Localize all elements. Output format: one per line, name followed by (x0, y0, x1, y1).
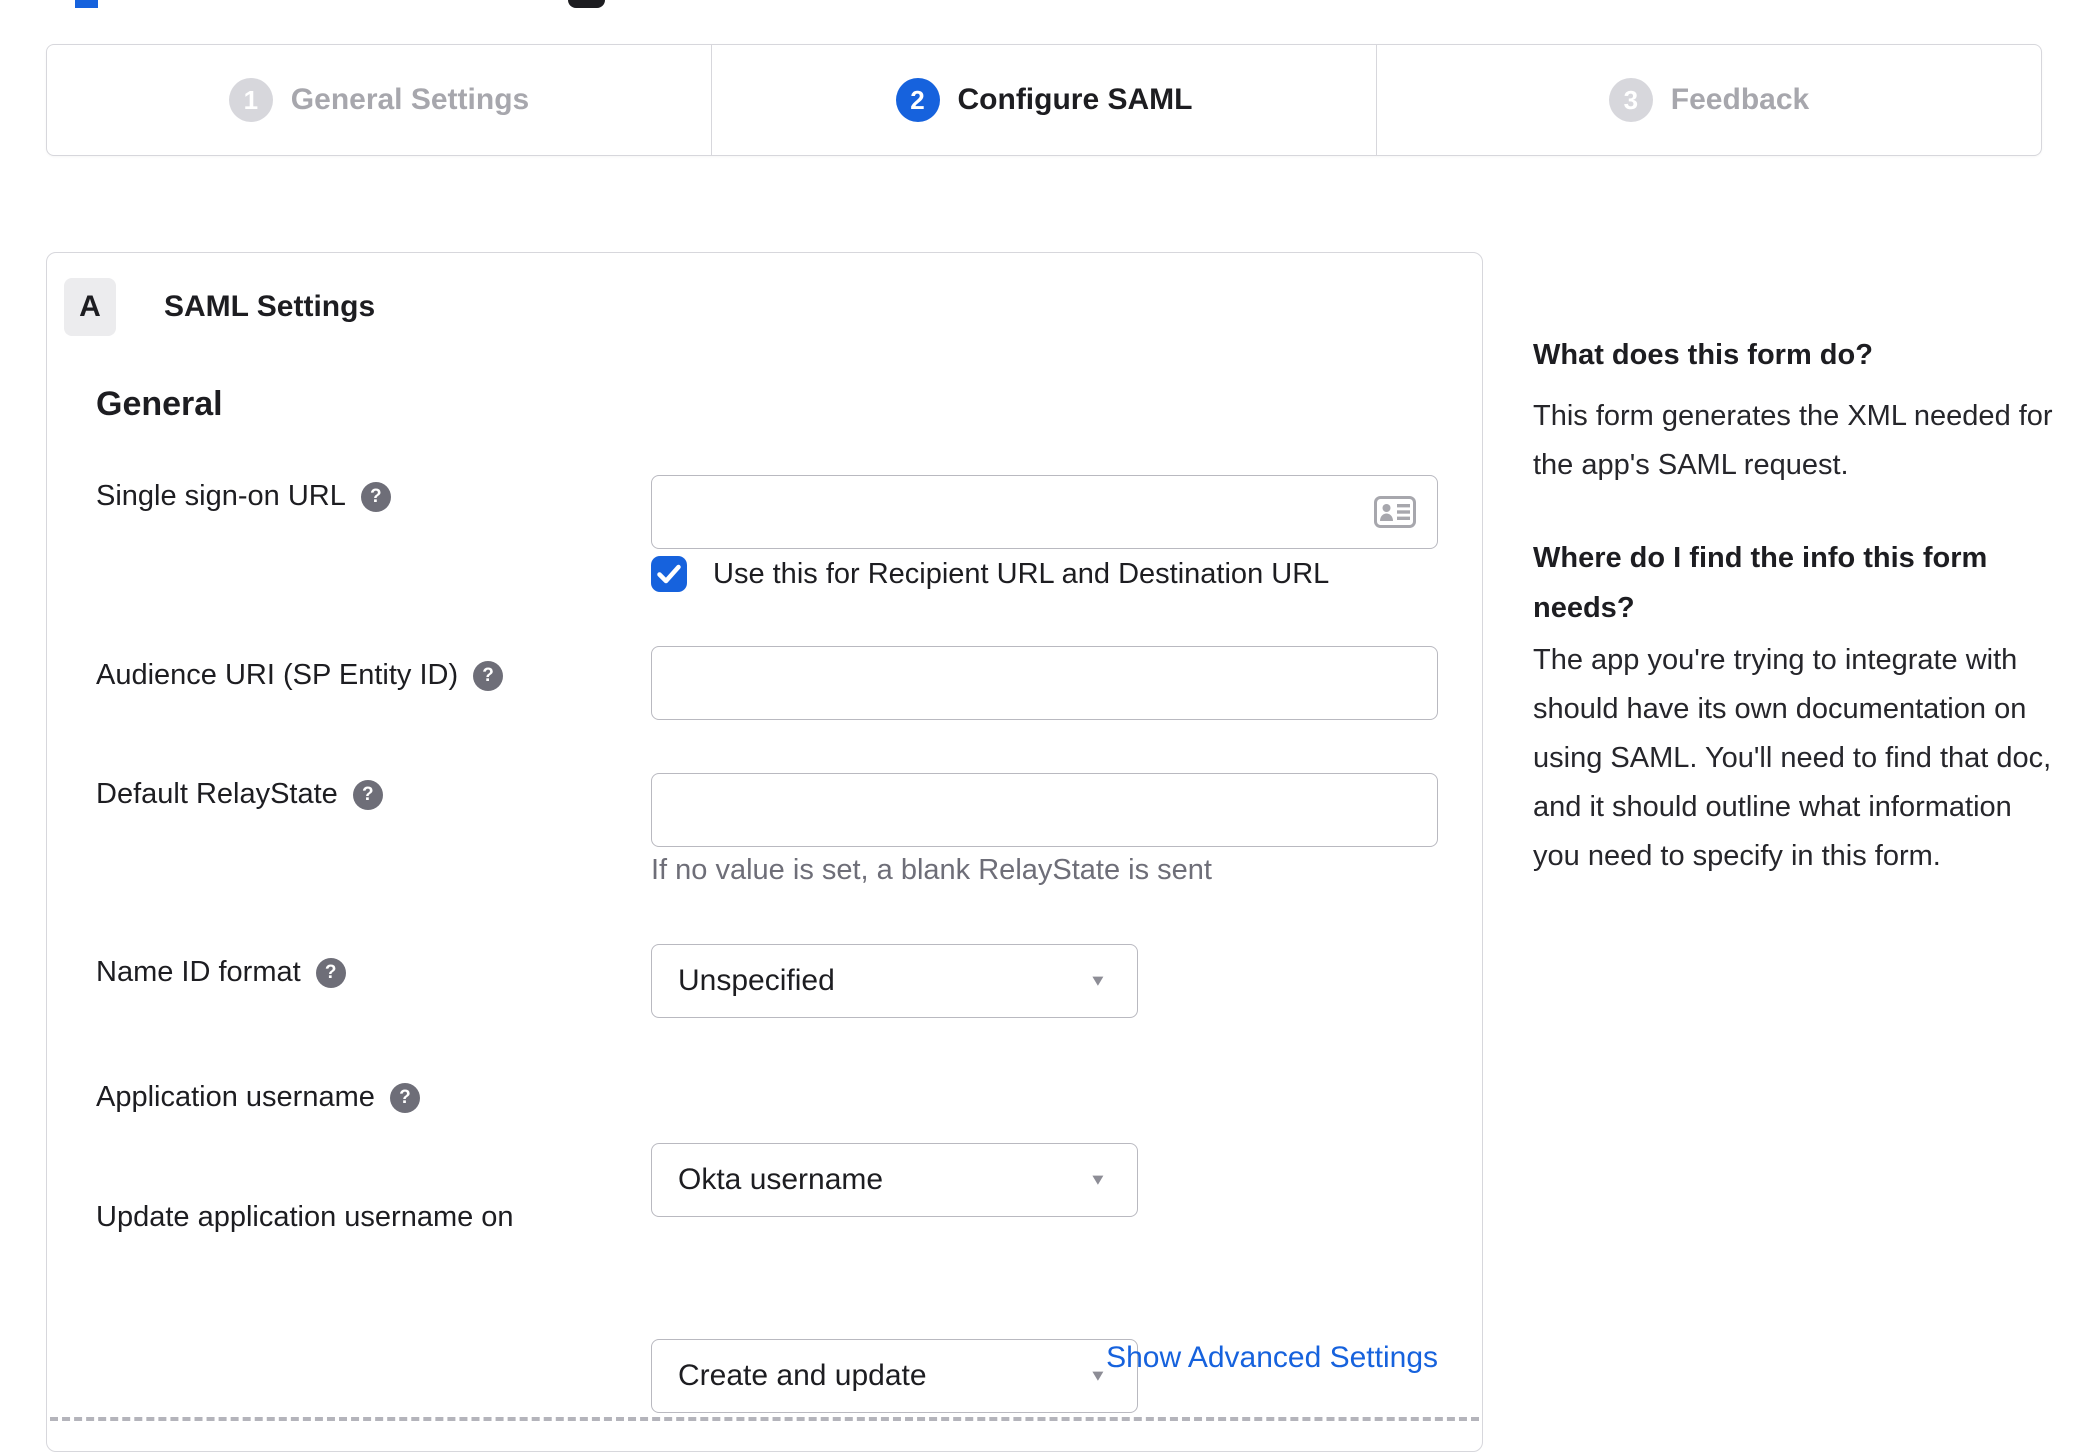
step-3-number-badge: 3 (1608, 78, 1653, 122)
step-2-number-badge: 2 (895, 78, 940, 122)
audience-uri-label-text: Audience URI (SP Entity ID) (96, 659, 459, 691)
section-dashed-divider (50, 1417, 1479, 1421)
sso-url-checkbox-row: Use this for Recipient URL and Destinati… (651, 556, 1329, 592)
application-username-value: Okta username (678, 1163, 884, 1196)
sso-url-input[interactable] (651, 475, 1438, 549)
update-app-username-label-text: Update application username on (96, 1201, 514, 1233)
step-configure-saml[interactable]: 2 Configure SAML (711, 45, 1376, 155)
help-heading-what: What does this form do? (1533, 339, 1873, 371)
help-paragraph-where: The app you're trying to integrate with … (1533, 644, 2052, 872)
help-paragraph-what: This form generates the XML needed for t… (1533, 400, 2053, 481)
checkmark-icon (657, 564, 681, 584)
default-relaystate-label: Default RelayState ? (96, 778, 383, 811)
name-id-format-value: Unspecified (678, 964, 835, 997)
step-2-label: Configure SAML (957, 83, 1193, 116)
recipient-destination-checkbox-label: Use this for Recipient URL and Destinati… (713, 557, 1330, 590)
sso-url-input-wrap (651, 475, 1438, 549)
name-id-format-select[interactable]: Unspecified ▼ (651, 944, 1138, 1018)
wizard-stepper: 1 General Settings 2 Configure SAML 3 Fe… (46, 44, 2042, 156)
step-1-label: General Settings (290, 83, 530, 116)
default-relaystate-help-icon[interactable]: ? (352, 779, 383, 810)
step-1-number-badge: 1 (228, 78, 273, 122)
recipient-destination-checkbox[interactable] (651, 556, 687, 592)
name-id-format-help-icon[interactable]: ? (315, 957, 346, 988)
sso-url-label: Single sign-on URL ? (96, 480, 391, 513)
application-username-label: Application username ? (96, 1081, 420, 1114)
application-username-help-icon[interactable]: ? (389, 1082, 420, 1113)
general-section-heading: General (96, 385, 223, 423)
section-a-badge: A (64, 278, 116, 336)
panel-title: SAML Settings (164, 290, 376, 323)
update-app-username-label: Update application username on (96, 1201, 514, 1234)
audience-uri-input[interactable] (651, 646, 1438, 720)
sso-url-label-text: Single sign-on URL (96, 480, 346, 512)
step-feedback[interactable]: 3 Feedback (1376, 45, 2041, 155)
contact-card-icon[interactable] (1374, 496, 1416, 528)
name-id-format-label-text: Name ID format (96, 956, 301, 988)
application-username-select[interactable]: Okta username ▼ (651, 1143, 1138, 1217)
chevron-down-icon: ▼ (1088, 1170, 1108, 1189)
saml-settings-panel: A SAML Settings General Single sign-on U… (46, 252, 1483, 1452)
audience-uri-help-icon[interactable]: ? (473, 660, 504, 691)
clipped-blue-logo-fragment (75, 0, 98, 8)
clipped-dark-toggle-fragment (568, 0, 605, 8)
chevron-down-icon: ▼ (1088, 971, 1108, 990)
name-id-format-label: Name ID format ? (96, 956, 346, 989)
sso-url-help-icon[interactable]: ? (360, 481, 391, 512)
step-general-settings[interactable]: 1 General Settings (47, 45, 711, 155)
application-username-label-text: Application username (96, 1081, 375, 1113)
default-relaystate-input[interactable] (651, 773, 1438, 847)
default-relaystate-label-text: Default RelayState (96, 778, 338, 810)
help-heading-where: Where do I find the info this form needs… (1533, 542, 1988, 624)
audience-uri-label: Audience URI (SP Entity ID) ? (96, 659, 504, 692)
show-advanced-settings-link[interactable]: Show Advanced Settings (651, 1341, 1438, 1375)
relaystate-helper-text: If no value is set, a blank RelayState i… (651, 854, 1212, 886)
step-3-label: Feedback (1670, 83, 1810, 116)
